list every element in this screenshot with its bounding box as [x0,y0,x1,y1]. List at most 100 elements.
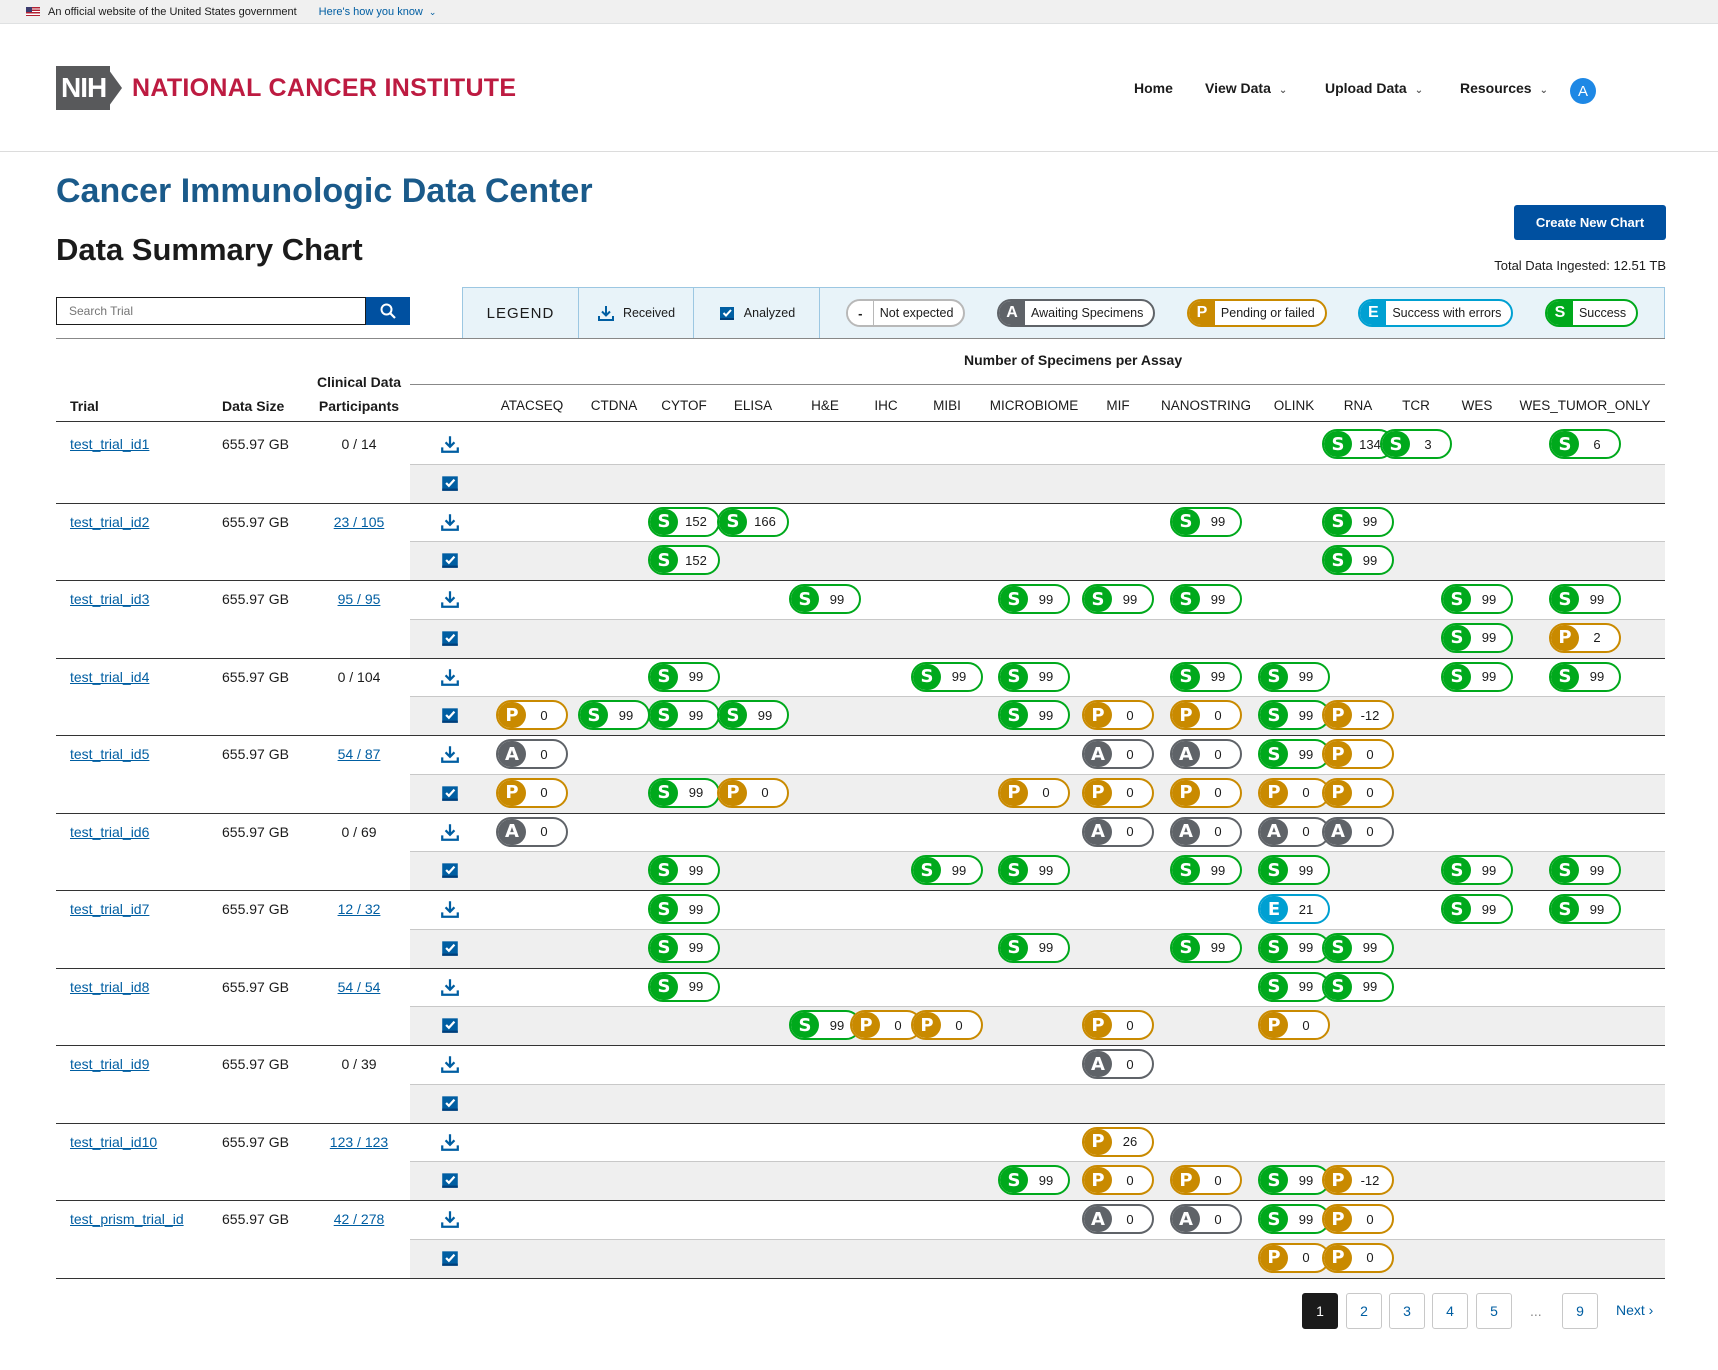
status-pill-analyzed[interactable]: P0 [1082,1010,1154,1041]
nav-resources[interactable]: Resources ⌄ [1460,80,1548,96]
status-pill-analyzed[interactable]: P0 [1322,1242,1394,1273]
status-pill-received[interactable]: S6 [1549,429,1621,459]
search-button[interactable] [366,297,410,325]
status-pill-analyzed[interactable]: P -12 [1322,700,1394,731]
page-button-9[interactable]: 9 [1562,1293,1598,1329]
clinical-participants[interactable]: 12 / 32 [294,901,424,917]
status-pill-analyzed[interactable]: S 99 [578,700,650,731]
status-pill-received[interactable]: S 99 [1170,584,1242,614]
status-pill-analyzed[interactable]: S 99 [998,855,1070,886]
status-pill-analyzed[interactable]: P -12 [1322,1165,1394,1196]
nih-logo[interactable]: NIH [56,66,110,110]
status-pill-received[interactable]: S 99 [1441,894,1513,924]
page-button-1[interactable]: 1 [1302,1293,1338,1329]
status-pill-analyzed[interactable]: P0 [717,777,789,808]
status-pill-received[interactable]: A0 [496,816,568,847]
status-pill-analyzed[interactable]: S 99 [1549,855,1621,886]
status-pill-analyzed[interactable]: P0 [1258,1010,1330,1041]
status-pill-received[interactable]: S 99 [648,971,720,1002]
nav-home[interactable]: Home [1134,80,1173,96]
status-pill-analyzed[interactable]: S 99 [648,700,720,731]
status-pill-received[interactable]: S3 [1380,429,1452,459]
status-pill-received[interactable]: S 99 [1258,971,1330,1002]
status-pill-analyzed[interactable]: P0 [1322,777,1394,808]
clinical-participants[interactable]: 54 / 54 [294,979,424,995]
clinical-participants[interactable]: 123 / 123 [294,1134,424,1150]
status-pill-received[interactable]: A0 [1170,739,1242,769]
status-pill-received[interactable]: S 99 [789,584,861,614]
status-pill-analyzed[interactable]: P0 [1082,777,1154,808]
status-pill-received[interactable]: S 99 [1082,584,1154,614]
trial-link[interactable]: test_trial_id3 [70,591,149,607]
status-pill-analyzed[interactable]: P0 [1258,777,1330,808]
create-new-chart-button[interactable]: Create New Chart [1514,205,1666,240]
status-pill-received[interactable]: A0 [1170,816,1242,847]
trial-link[interactable]: test_trial_id8 [70,979,149,995]
status-pill-analyzed[interactable]: P0 [1170,777,1242,808]
status-pill-analyzed[interactable]: S 99 [998,700,1070,731]
status-pill-analyzed[interactable]: P0 [998,777,1070,808]
status-pill-analyzed[interactable]: P0 [496,777,568,808]
status-pill-received[interactable]: S 99 [1258,739,1330,769]
trial-link[interactable]: test_trial_id6 [70,824,149,840]
trial-link[interactable]: test_trial_id10 [70,1134,157,1150]
clinical-participants[interactable]: 95 / 95 [294,591,424,607]
status-pill-received[interactable]: S 99 [1549,661,1621,692]
status-pill-analyzed[interactable]: P0 [1082,1165,1154,1196]
status-pill-received[interactable]: S 99 [1441,584,1513,614]
status-pill-received[interactable]: S 99 [1170,661,1242,692]
status-pill-received[interactable]: S 99 [1170,506,1242,537]
status-pill-received[interactable]: S 99 [1549,584,1621,614]
trial-link[interactable]: test_trial_id2 [70,514,149,530]
trial-link[interactable]: test_prism_trial_id [70,1211,184,1227]
status-pill-analyzed[interactable]: S 99 [1258,932,1330,963]
status-pill-received[interactable]: A0 [1082,739,1154,769]
next-page-button[interactable]: Next › [1616,1302,1653,1318]
status-pill-analyzed[interactable]: S 99 [717,700,789,731]
user-avatar[interactable]: A [1570,78,1596,104]
status-pill-analyzed[interactable]: S 99 [648,932,720,963]
status-pill-received[interactable]: A0 [496,739,568,769]
status-pill-analyzed[interactable]: S 99 [648,855,720,886]
status-pill-analyzed[interactable]: S 99 [998,932,1070,963]
status-pill-received[interactable]: P0 [1322,739,1394,769]
clinical-participants[interactable]: 23 / 105 [294,514,424,530]
clinical-participants[interactable]: 54 / 87 [294,746,424,762]
trial-link[interactable]: test_trial_id9 [70,1056,149,1072]
status-pill-analyzed[interactable]: S 152 [648,545,720,576]
status-pill-received[interactable]: S 99 [1322,506,1394,537]
status-pill-received[interactable]: A0 [1322,816,1394,847]
institute-name[interactable]: NATIONAL CANCER INSTITUTE [132,74,516,103]
status-pill-received[interactable]: S 99 [1549,894,1621,924]
trial-link[interactable]: test_trial_id4 [70,669,149,685]
page-button-3[interactable]: 3 [1389,1293,1425,1329]
status-pill-analyzed[interactable]: S 99 [1258,700,1330,731]
status-pill-analyzed[interactable]: S 99 [911,855,983,886]
status-pill-received[interactable]: S 99 [1258,661,1330,692]
status-pill-received[interactable]: S 99 [998,584,1070,614]
trial-link[interactable]: test_trial_id1 [70,436,149,452]
status-pill-received[interactable]: A0 [1258,816,1330,847]
status-pill-received[interactable]: A0 [1082,1049,1154,1079]
status-pill-analyzed[interactable]: P0 [496,700,568,731]
status-pill-received[interactable]: A0 [1082,1204,1154,1234]
nav-upload-data[interactable]: Upload Data ⌄ [1325,80,1423,96]
status-pill-analyzed[interactable]: S 99 [1441,622,1513,653]
clinical-participants[interactable]: 42 / 278 [294,1211,424,1227]
status-pill-analyzed[interactable]: P2 [1549,622,1621,653]
status-pill-analyzed[interactable]: S 99 [1258,855,1330,886]
status-pill-analyzed[interactable]: S 99 [648,777,720,808]
trial-link[interactable]: test_trial_id5 [70,746,149,762]
status-pill-analyzed[interactable]: P0 [1082,700,1154,731]
status-pill-received[interactable]: S 99 [1441,661,1513,692]
status-pill-received[interactable]: S 99 [1322,971,1394,1002]
status-pill-analyzed[interactable]: P0 [1170,1165,1242,1196]
status-pill-analyzed[interactable]: S 99 [1170,932,1242,963]
status-pill-received[interactable]: A0 [1170,1204,1242,1234]
status-pill-analyzed[interactable]: P0 [1258,1242,1330,1273]
status-pill-received[interactable]: S 99 [648,661,720,692]
status-pill-analyzed[interactable]: S 99 [1441,855,1513,886]
status-pill-received[interactable]: S 99 [1258,1204,1330,1234]
status-pill-analyzed[interactable]: P0 [911,1010,983,1041]
status-pill-received[interactable]: S 152 [648,506,720,537]
